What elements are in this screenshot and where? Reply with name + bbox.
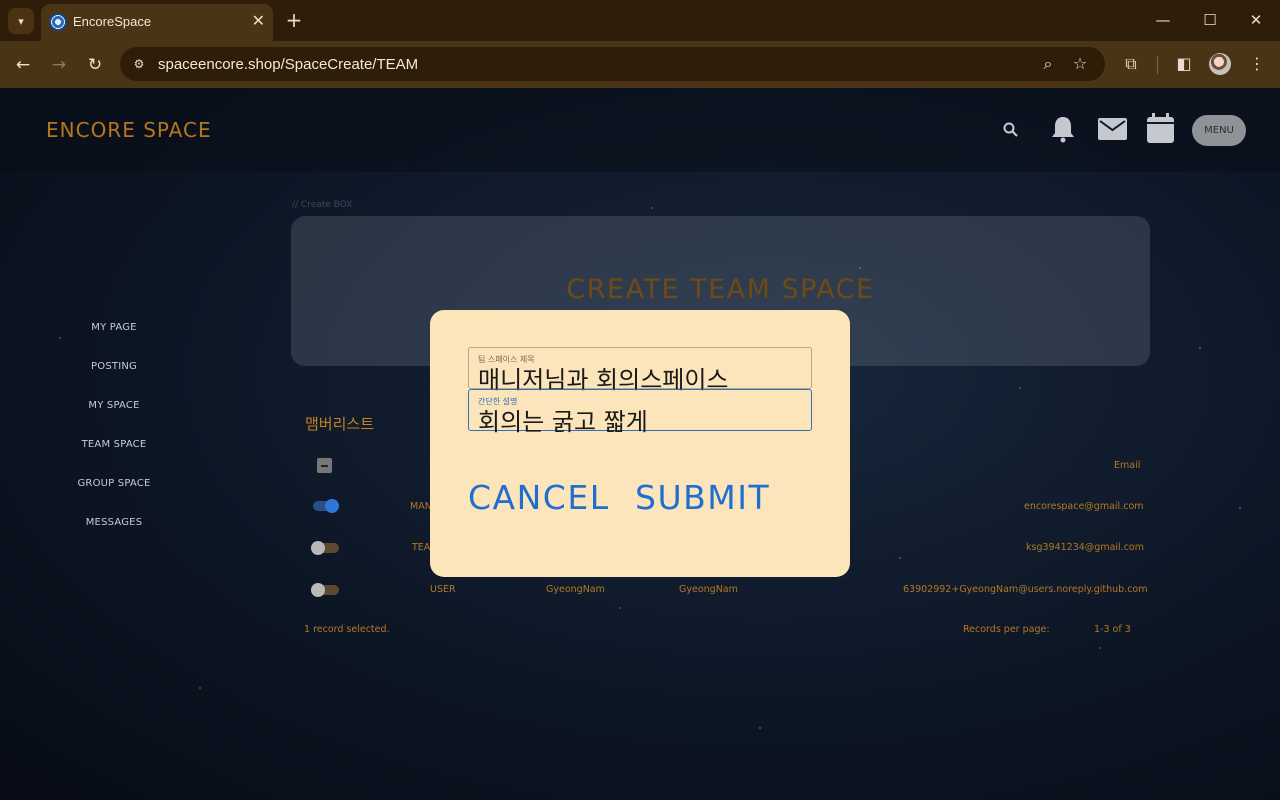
- bookmark-star-icon[interactable]: ☆: [1070, 54, 1090, 74]
- selection-status: 1 record selected.: [304, 624, 390, 635]
- browser-titlebar: ▾ EncoreSpace ✕ + — ☐ ✕: [0, 0, 1280, 41]
- sidebar-item-group-space[interactable]: GROUP SPACE: [64, 478, 164, 517]
- member-email: ksg3941234@gmail.com: [1026, 542, 1144, 553]
- site-header: ENCORE SPACE MENU: [0, 88, 1280, 172]
- calendar-icon[interactable]: [1147, 113, 1174, 143]
- brand-logo[interactable]: ENCORE SPACE: [46, 118, 212, 142]
- url-text[interactable]: spaceencore.shop/SpaceCreate/TEAM: [158, 56, 418, 73]
- page-content: ENCORE SPACE MENU MY PAGE POSTING MY SPA…: [0, 88, 1280, 800]
- extensions-icon[interactable]: ⧉: [1120, 53, 1142, 75]
- member-email: encorespace@gmail.com: [1024, 501, 1144, 512]
- sidebar-item-messages[interactable]: MESSAGES: [64, 517, 164, 556]
- sidebar-item-team-space[interactable]: TEAM SPACE: [64, 439, 164, 478]
- maximize-icon[interactable]: ☐: [1198, 8, 1222, 32]
- close-tab-icon[interactable]: ✕: [252, 11, 265, 31]
- site-favicon-icon: [49, 13, 67, 31]
- search-icon[interactable]: [1002, 121, 1020, 139]
- member-list-title: 맴버리스트: [305, 415, 375, 433]
- mail-icon[interactable]: [1098, 118, 1127, 140]
- minimize-icon[interactable]: —: [1151, 8, 1175, 32]
- member-role: MAN: [410, 501, 432, 512]
- new-tab-icon[interactable]: +: [283, 7, 305, 33]
- browser-tab[interactable]: EncoreSpace ✕: [41, 4, 273, 41]
- records-per-page-label[interactable]: Records per page:: [963, 624, 1050, 635]
- zoom-icon[interactable]: ⌕: [1038, 54, 1058, 74]
- email-column-header[interactable]: Email: [1114, 460, 1140, 471]
- toggle-knob: [325, 499, 339, 513]
- sidebar-item-my-space[interactable]: MY SPACE: [64, 400, 164, 439]
- more-menu-icon[interactable]: ⋮: [1246, 53, 1268, 75]
- site-info-icon[interactable]: ⚙: [130, 55, 148, 73]
- menu-button[interactable]: MENU: [1192, 115, 1246, 146]
- tab-search-button[interactable]: ▾: [8, 8, 34, 34]
- toggle-knob: [311, 583, 325, 597]
- team-space-title-field[interactable]: 팀 스페이스 제목 매니저님과 회의스페이스: [468, 347, 812, 394]
- sidebar-item-my-page[interactable]: MY PAGE: [64, 322, 164, 361]
- short-description-input[interactable]: 회의는 굵고 짧게: [478, 402, 648, 437]
- pagination-range: 1-3 of 3: [1094, 624, 1131, 635]
- window-close-icon[interactable]: ✕: [1244, 8, 1268, 32]
- side-panel-icon[interactable]: ◧: [1173, 53, 1195, 75]
- sidebar-item-posting[interactable]: POSTING: [64, 361, 164, 400]
- bell-icon[interactable]: [1050, 115, 1076, 143]
- row-select-toggle[interactable]: [311, 583, 339, 597]
- create-box-caption: // Create BOX: [292, 200, 353, 210]
- address-bar[interactable]: ⚙ spaceencore.shop/SpaceCreate/TEAM ⌕ ☆: [120, 47, 1105, 81]
- cancel-button[interactable]: CANCEL: [468, 478, 610, 517]
- reload-icon[interactable]: ↻: [82, 52, 108, 78]
- member-name: GyeongNam: [546, 584, 605, 595]
- submit-button[interactable]: SUBMIT: [635, 478, 770, 517]
- toolbar-divider: [1157, 56, 1158, 74]
- sidebar-nav: MY PAGE POSTING MY SPACE TEAM SPACE GROU…: [64, 322, 164, 556]
- member-email: 63902992+GyeongNam@users.noreply.github.…: [903, 584, 1148, 595]
- short-description-field[interactable]: 간단한 설명 회의는 굵고 짧게: [468, 389, 812, 436]
- create-team-dialog: 팀 스페이스 제목 매니저님과 회의스페이스 간단한 설명 회의는 굵고 짧게 …: [430, 310, 850, 577]
- browser-toolbar: ← → ↻ ⚙ spaceencore.shop/SpaceCreate/TEA…: [0, 41, 1280, 88]
- row-select-toggle[interactable]: [313, 499, 339, 513]
- create-box-title: CREATE TEAM SPACE: [566, 274, 875, 305]
- back-arrow-icon[interactable]: ←: [10, 52, 36, 78]
- member-role: TEA: [412, 542, 431, 553]
- member-role: USER: [430, 584, 456, 595]
- toggle-knob: [311, 541, 325, 555]
- row-select-toggle[interactable]: [311, 541, 339, 555]
- forward-arrow-icon[interactable]: →: [46, 52, 72, 78]
- select-all-checkbox[interactable]: [317, 458, 332, 473]
- tab-title: EncoreSpace: [73, 14, 152, 29]
- member-nickname: GyeongNam: [679, 584, 738, 595]
- profile-avatar[interactable]: [1209, 53, 1231, 75]
